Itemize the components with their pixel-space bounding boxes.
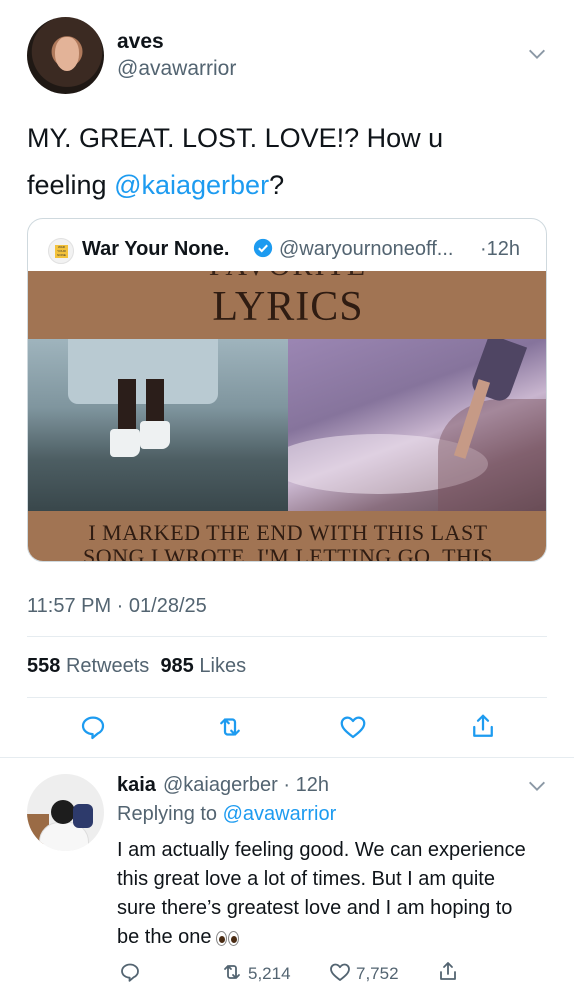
share-icon[interactable]	[468, 712, 498, 742]
retweets-label: Retweets	[65, 655, 150, 677]
chevron-down-icon[interactable]	[526, 43, 548, 65]
tweet-text-suffix: ?	[269, 170, 285, 200]
reply-icon[interactable]	[78, 712, 108, 742]
share-icon	[436, 960, 460, 989]
reply-button[interactable]	[118, 961, 142, 987]
replying-to: Replying to @avawarrior	[117, 803, 336, 826]
verified-badge-icon	[252, 237, 274, 259]
section-divider	[0, 757, 574, 758]
replying-prefix: Replying to	[117, 803, 223, 825]
replying-to-link[interactable]: @avawarrior	[223, 803, 337, 825]
eyes-emoji-icon	[215, 926, 240, 955]
photo-beach	[288, 339, 546, 511]
quoted-handle: @waryournoneoff...	[279, 238, 454, 260]
heart-icon	[328, 960, 352, 989]
retweet-button[interactable]: 5,214	[220, 961, 291, 987]
tweet-timestamp[interactable]: 11:57 PM · 01/28/25	[27, 595, 207, 618]
photo-boots	[28, 339, 288, 511]
image-caption-line2: SONG I WROTE, I'M LETTING GO. THIS	[82, 544, 493, 562]
quoted-tweet-card[interactable]: WAR YOUR NONE War Your None. @waryournon…	[27, 218, 547, 562]
reply-text: I am actually feeling good. We can exper…	[117, 836, 537, 955]
tweet-stats[interactable]: 558 Retweets 985 Likes	[27, 655, 246, 678]
tweet-text-line2: feeling @kaiagerber?	[27, 162, 547, 209]
reply-handle-time[interactable]: @kaiagerber · 12h	[163, 774, 329, 797]
divider	[27, 636, 547, 637]
divider	[27, 697, 547, 698]
tweet-text-prefix: feeling	[27, 170, 115, 200]
tweet-text-line1: MY. GREAT. LOST. LOVE!? How u	[27, 123, 444, 153]
likes-label: Likes	[199, 655, 247, 677]
like-button[interactable]: 7,752	[328, 961, 399, 987]
avatar-avawarrior[interactable]	[27, 17, 104, 94]
quoted-avatar-logo: WAR YOUR NONE	[55, 245, 68, 258]
display-name[interactable]: aves	[117, 30, 164, 54]
retweet-count: 5,214	[248, 964, 291, 983]
chevron-down-icon[interactable]	[526, 775, 548, 797]
image-caption-line1: I MARKED THE END WITH THIS LAST	[88, 520, 488, 545]
reply-display-name[interactable]: kaia	[117, 774, 156, 797]
image-partial-title: FAVORITE	[28, 271, 546, 283]
share-button[interactable]	[436, 961, 460, 987]
image-caption: I MARKED THE END WITH THIS LAST SONG I W…	[28, 520, 546, 562]
avatar-kaiagerber[interactable]	[27, 774, 104, 851]
quoted-display-name: War Your None.	[82, 238, 230, 260]
heart-icon[interactable]	[338, 712, 368, 742]
image-title: LYRICS	[212, 284, 364, 330]
retweet-icon	[220, 960, 244, 989]
quoted-image[interactable]: FAVORITE LYRICS I MARKED THE END WITH TH…	[28, 271, 546, 562]
like-count: 7,752	[356, 964, 399, 983]
reply-icon	[118, 960, 142, 989]
tweet-text: MY. GREAT. LOST. LOVE!? How u feeling @k…	[27, 115, 547, 209]
mention-link[interactable]: @kaiagerber	[114, 170, 269, 200]
quoted-avatar[interactable]: WAR YOUR NONE	[48, 238, 74, 264]
likes-count: 985	[160, 655, 194, 677]
handle[interactable]: @avawarrior	[117, 57, 236, 81]
retweet-icon[interactable]	[215, 712, 245, 742]
retweets-count: 558	[27, 655, 61, 677]
reply-text-body: I am actually feeling good. We can exper…	[117, 839, 526, 948]
quoted-time: ·12h	[480, 238, 521, 260]
